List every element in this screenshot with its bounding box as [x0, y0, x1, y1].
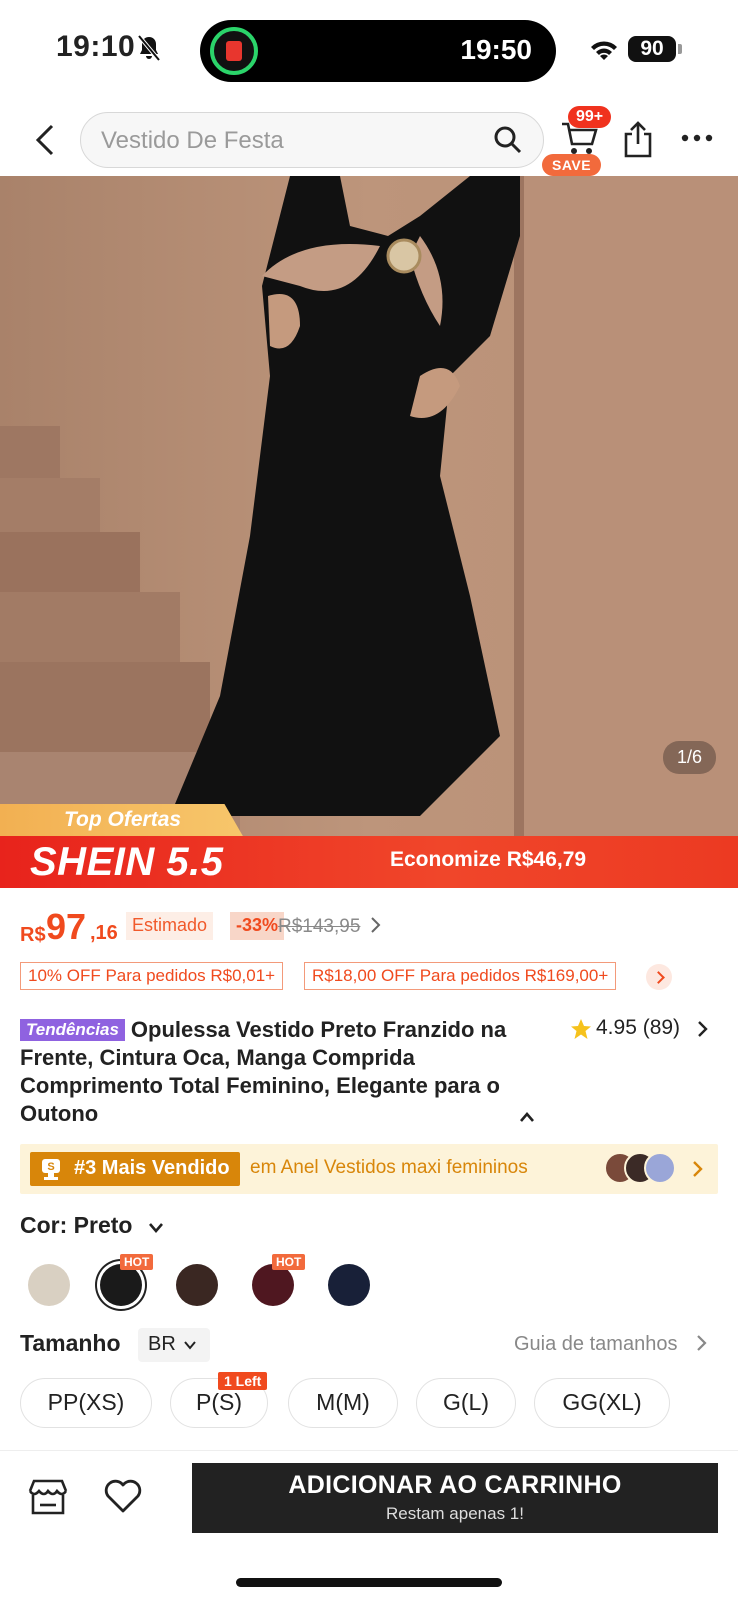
discount-badge: -33%: [230, 912, 285, 940]
buyer-avatars: [604, 1152, 684, 1186]
search-placeholder: Vestido De Festa: [101, 127, 284, 154]
rating-value[interactable]: 4.95 (89): [596, 1016, 680, 1040]
color-label[interactable]: Cor: Preto: [20, 1212, 132, 1239]
top-nav: Vestido De Festa 99+ SAVE: [0, 106, 738, 176]
price-currency: R$: [20, 924, 46, 946]
chevron-down-icon[interactable]: [148, 1222, 164, 1234]
add-to-cart-label: ADICIONAR AO CARRINHO: [288, 1471, 622, 1499]
hot-badge: HOT: [120, 1254, 154, 1270]
product-photo: [0, 176, 738, 836]
original-price: R$143,95: [278, 916, 361, 937]
battery-indicator: 90: [628, 36, 682, 62]
color-swatch-marrom[interactable]: [176, 1264, 218, 1306]
stock-left-tag: 1 Left: [218, 1372, 268, 1390]
color-swatch-preto[interactable]: [100, 1264, 142, 1306]
trend-badge: Tendências: [20, 1019, 125, 1041]
size-option[interactable]: M(M): [288, 1378, 398, 1428]
color-swatch-bege[interactable]: [28, 1264, 70, 1306]
home-indicator[interactable]: [236, 1578, 502, 1587]
best-seller-banner[interactable]: S #3 Mais Vendido em Anel Vestidos maxi …: [20, 1144, 718, 1194]
avatar: [644, 1152, 676, 1184]
bottom-action-bar: ADICIONAR AO CARRINHO Restam apenas 1!: [0, 1450, 738, 1560]
chevron-up-icon[interactable]: [518, 1110, 536, 1124]
add-to-cart-button[interactable]: ADICIONAR AO CARRINHO Restam apenas 1!: [192, 1463, 718, 1533]
price-integer: 97: [46, 906, 87, 947]
chevron-right-icon: [693, 1161, 703, 1177]
product-image[interactable]: 1/6: [0, 176, 738, 836]
size-guide-link[interactable]: Guia de tamanhos: [514, 1333, 677, 1356]
best-seller-badge: S #3 Mais Vendido: [30, 1152, 240, 1186]
trophy-icon: S: [42, 1159, 60, 1180]
size-region-value: BR: [148, 1333, 176, 1355]
more-options-icon[interactable]: [680, 126, 714, 150]
coupon-percent[interactable]: 10% OFF Para pedidos R$0,01+: [20, 962, 284, 990]
store-icon[interactable]: [26, 1477, 70, 1517]
savings-text: Economize R$46,79: [390, 848, 587, 871]
coupon-more-icon[interactable]: [646, 964, 672, 990]
top-offer-tag: Top Ofertas: [0, 804, 244, 838]
chevron-right-icon: [371, 917, 381, 933]
status-bar: 19:10 19:50 90: [0, 0, 738, 100]
search-input[interactable]: Vestido De Festa: [80, 112, 544, 168]
campaign-banner[interactable]: SHEIN 5.5 Economize R$46,79: [0, 836, 738, 888]
hot-badge: HOT: [272, 1254, 306, 1270]
product-title: Tendências Opulessa Vestido Preto Franzid…: [20, 1016, 540, 1128]
search-icon[interactable]: [493, 125, 523, 155]
color-swatch-azul-marinho[interactable]: [328, 1264, 370, 1306]
chevron-right-icon[interactable]: [696, 1334, 708, 1352]
stock-remaining-text: Restam apenas 1!: [386, 1504, 524, 1523]
heart-icon[interactable]: [102, 1477, 144, 1515]
activity-ring-icon: [210, 27, 258, 75]
image-counter: 1/6: [662, 741, 716, 774]
campaign-title: SHEIN 5.5: [30, 840, 224, 884]
share-icon[interactable]: [622, 120, 654, 158]
price-row[interactable]: R$ 97 ,16 Estimado -33% R$143,95: [20, 906, 720, 950]
size-option[interactable]: GG(XL): [534, 1378, 670, 1428]
best-seller-rank: #3 Mais Vendido: [74, 1157, 230, 1179]
save-tag: SAVE: [542, 154, 602, 176]
svg-text:S: S: [47, 1161, 54, 1173]
dynamic-island: 19:50: [200, 20, 556, 82]
star-icon: [571, 1019, 591, 1039]
size-option[interactable]: PP(XS): [20, 1378, 152, 1428]
color-swatch-vinho[interactable]: [252, 1264, 294, 1306]
best-seller-category: em Anel Vestidos maxi femininos: [250, 1157, 528, 1178]
chevron-right-icon[interactable]: [696, 1018, 710, 1040]
island-time: 19:50: [460, 34, 532, 65]
size-label: Tamanho: [20, 1330, 121, 1356]
coupon-fixed[interactable]: R$18,00 OFF Para pedidos R$169,00+: [304, 962, 617, 990]
wifi-icon: [591, 41, 617, 60]
chevron-down-icon: [184, 1341, 196, 1350]
bell-muted-icon: [137, 34, 161, 62]
cart-count-badge: 99+: [568, 106, 612, 128]
size-region-select[interactable]: BR: [138, 1328, 210, 1362]
back-arrow-icon[interactable]: [30, 122, 62, 158]
price-decimals: ,16: [90, 922, 118, 944]
size-option[interactable]: G(L): [416, 1378, 516, 1428]
status-time: 19:10: [56, 30, 136, 63]
estimated-label: Estimado: [126, 912, 214, 940]
top-offer-label: Top Ofertas: [64, 808, 182, 831]
